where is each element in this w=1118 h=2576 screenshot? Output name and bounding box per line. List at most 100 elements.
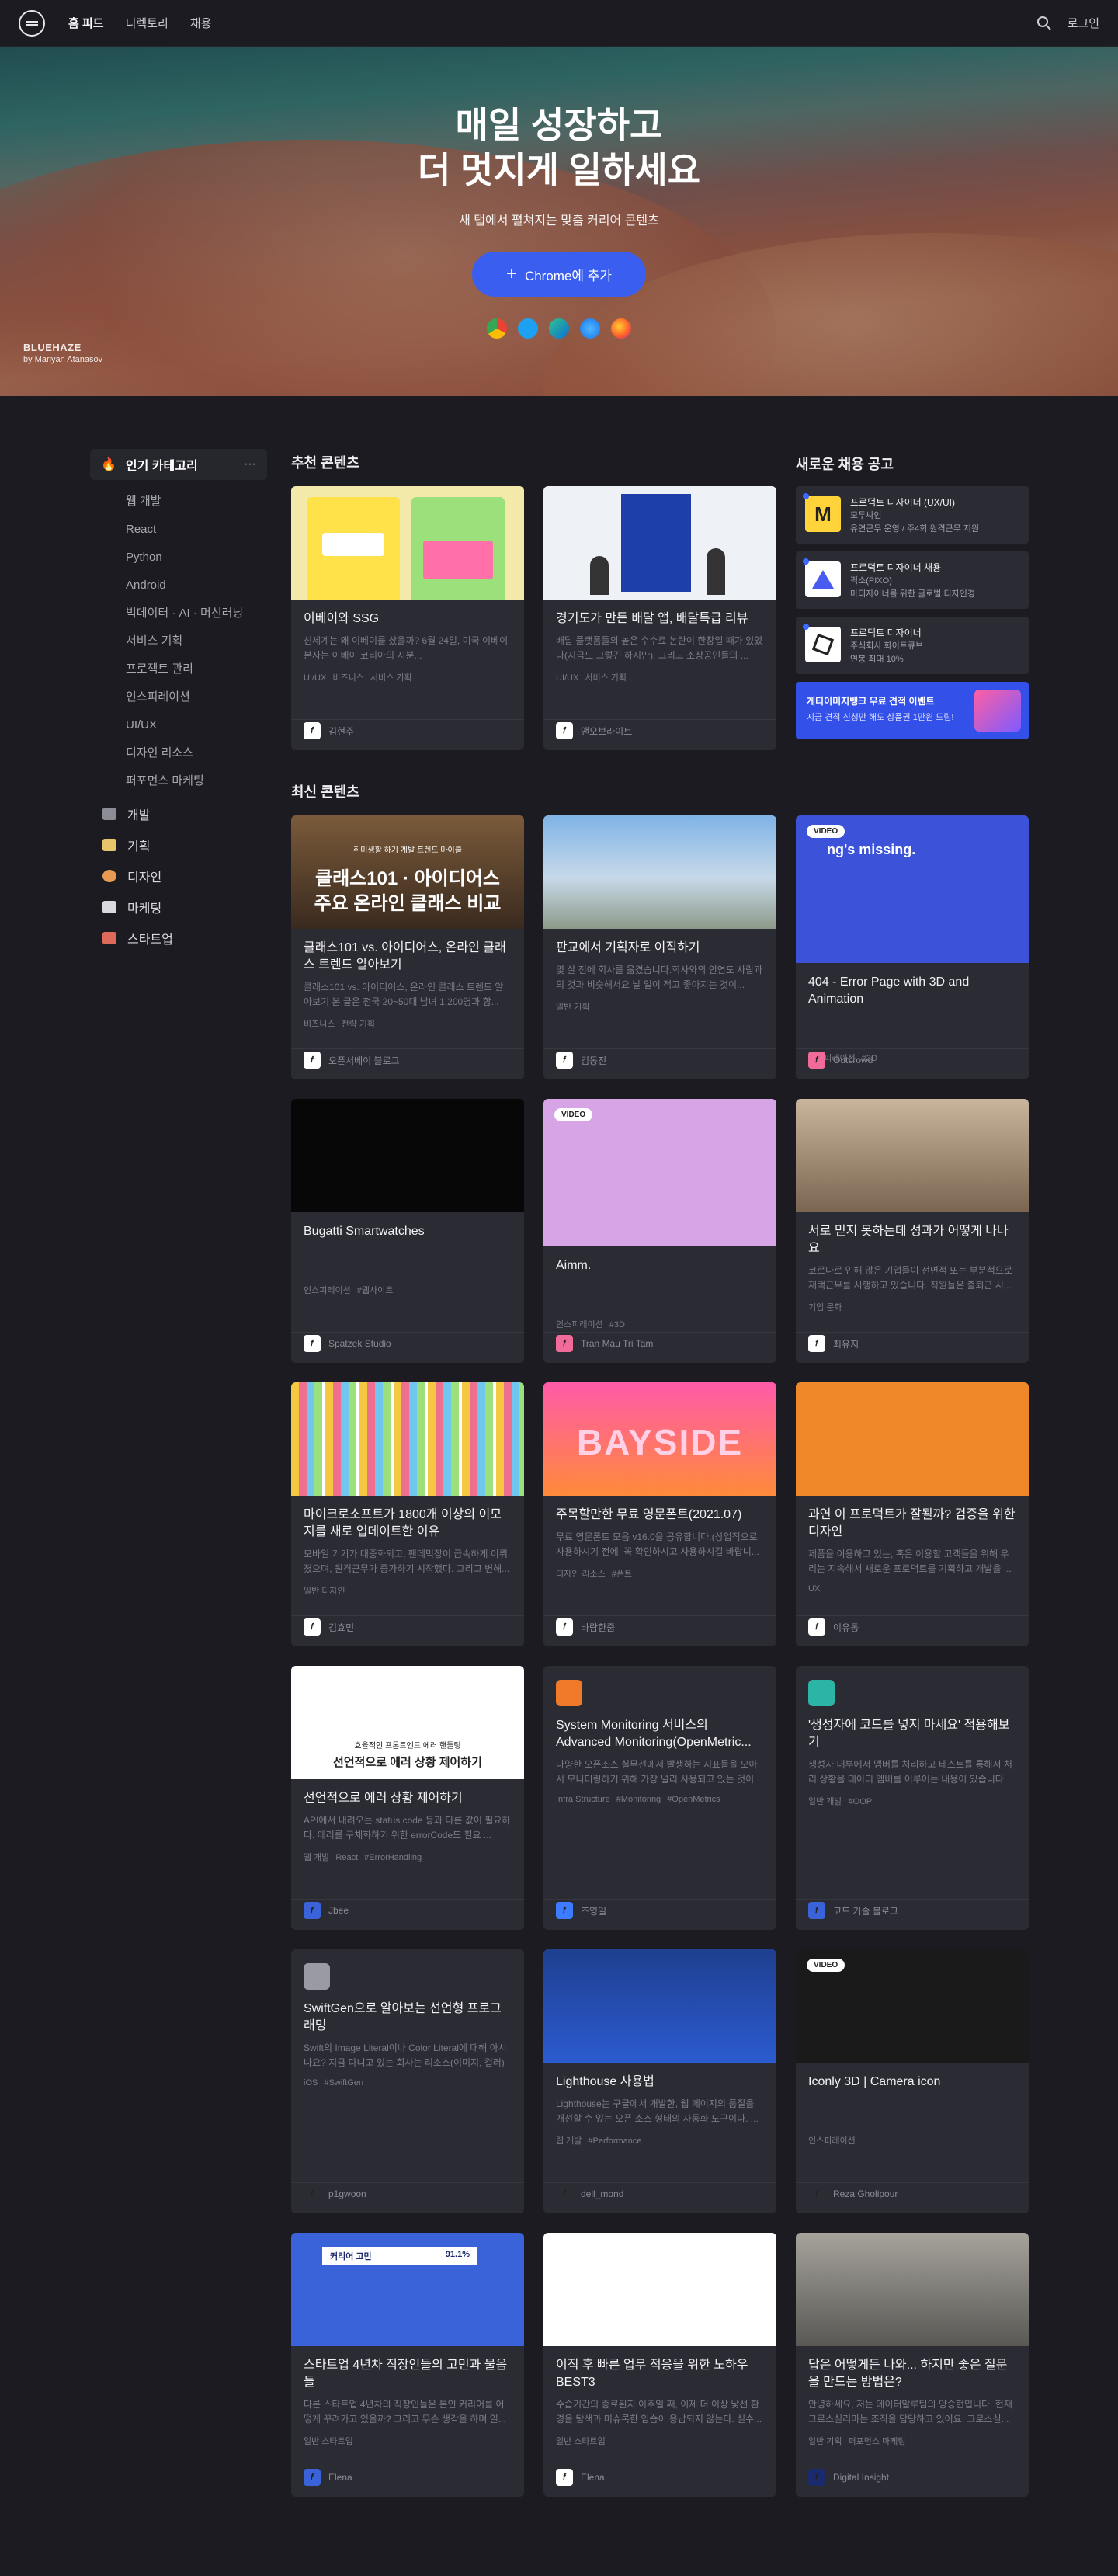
card-thumbnail: VIDEO — [796, 1949, 1029, 2063]
subcat-uiux[interactable]: UI/UX — [126, 711, 267, 739]
banner-illustration — [974, 690, 1021, 732]
subcat-python[interactable]: Python — [126, 544, 267, 572]
content-card[interactable]: 마이크로소프트가 1800개 이상의 이모지를 새로 업데이트한 이유 모바일 … — [291, 1382, 524, 1646]
content-card[interactable]: System Monitoring 서비스의 Advanced Monitori… — [543, 1666, 776, 1930]
popular-categories-header[interactable]: 🔥 인기 카테고리 ··· — [90, 449, 267, 480]
author-avatar: 𝑓 — [556, 1618, 573, 1636]
card-tags: 인스피레이션 — [808, 2136, 856, 2146]
nav-jobs[interactable]: 채용 — [190, 15, 212, 31]
content-card[interactable]: Lighthouse 사용법 Lighthouse는 구글에서 개발한, 웹 페… — [543, 1949, 776, 2213]
subcat-inspiration[interactable]: 인스피레이션 — [126, 683, 267, 711]
content-card[interactable]: 커리어 고민 91.1% 스타트업 4년차 직장인들의 고민과 물음들 다른 스… — [291, 2233, 524, 2497]
more-icon[interactable]: ··· — [244, 457, 256, 471]
new-dot — [803, 493, 809, 499]
job-item[interactable]: 프로덕트 디자이너 채용 픽소(PIXO) 마디자이너를 위한 글로벌 디자인경 — [796, 551, 1029, 609]
card-tags: 기업 문화 — [808, 1303, 842, 1312]
content-card[interactable]: 취미생활 하기 계발 트렌드 마이클 클래스101 · 아이디어스 주요 온라인 클… — [291, 815, 524, 1079]
subcat-performance-marketing[interactable]: 퍼포먼스 마케팅 — [126, 767, 267, 795]
content-card[interactable]: VIDEO Iconly 3D | Camera icon 인스피레이션 𝑓 Re… — [796, 1949, 1029, 2213]
content-card[interactable]: '생성자에 코드를 넣지 마세요' 적용해보기 생성자 내부에서 멤버를 처리하… — [796, 1666, 1029, 1930]
card-author: 𝑓 p1gwoon — [304, 2185, 366, 2202]
cat-startup[interactable]: 스타트업 — [90, 923, 267, 954]
browser-icons — [0, 318, 1118, 339]
subcat-android[interactable]: Android — [126, 572, 267, 600]
card-thumbnail — [796, 2233, 1029, 2346]
author-avatar: 𝑓 — [556, 1335, 573, 1352]
card-thumbnail — [543, 815, 776, 929]
card-desc: 제품을 이용하고 있는, 혹은 이용할 고객들을 위해 우리는 지속해서 새로운… — [808, 1549, 1012, 1574]
card-title: 경기도가 만든 배달 앱, 배달특급 리뷰 — [556, 612, 748, 625]
logo[interactable] — [19, 9, 45, 37]
add-to-chrome-button[interactable]: + Chrome에 추가 — [471, 252, 647, 297]
thumb-caption: 취미생활 하기 계발 트렌드 마이클 클래스101 · 아이디어스 주요 온라인 클… — [314, 846, 502, 914]
cat-marketing[interactable]: 마케팅 — [90, 892, 267, 923]
login-link[interactable]: 로그인 — [1068, 15, 1099, 31]
nav-directory[interactable]: 디렉토리 — [126, 15, 168, 31]
subcat-service-planning[interactable]: 서비스 기획 — [126, 627, 267, 655]
chrome-icon[interactable] — [487, 318, 507, 339]
ad-banner[interactable]: 게티이미지뱅크 무료 견적 이벤트 지금 견적 신청만 해도 상품권 1만원 드… — [796, 682, 1029, 739]
author-avatar: 𝑓 — [304, 2185, 321, 2202]
card-author: 𝑓 최유지 — [808, 1335, 859, 1352]
nav-right: 로그인 — [1036, 15, 1099, 31]
plus-icon: + — [505, 263, 517, 284]
card-author: 𝑓 Outcrowd — [808, 1052, 873, 1069]
thumb-art-text: BAYSIDE — [576, 1422, 744, 1462]
top-nav: 홈 피드 디렉토리 채용 로그인 — [0, 0, 1118, 47]
subcat-react[interactable]: React — [126, 516, 267, 544]
firefox-icon[interactable] — [611, 318, 631, 339]
content-card[interactable]: 판교에서 기획자로 이직하기 몇 살 전에 회사를 옮겼습니다.회사와의 인연도… — [543, 815, 776, 1079]
content-card[interactable]: SwiftGen으로 알아보는 선언형 프로그래밍 Swift의 Image L… — [291, 1949, 524, 2213]
search-icon[interactable] — [1036, 16, 1052, 31]
card-author: 𝑓 김효민 — [304, 1618, 354, 1636]
subcat-web-dev[interactable]: 웹 개발 — [126, 488, 267, 516]
card-author: 𝑓 김동진 — [556, 1052, 606, 1069]
safari-icon[interactable] — [580, 318, 600, 339]
content-card[interactable]: 효율적인 프론트엔드 에러 핸들링 선언적으로 에러 상황 제어하기 선언적으로 … — [291, 1666, 524, 1930]
recommended-title: 추천 콘텐츠 — [291, 455, 359, 471]
card-desc: 모바일 기기가 대중화되고, 팬데믹장이 급속하게 이뤄졌으며, 원격근무가 증… — [304, 1549, 510, 1574]
nav-home-feed[interactable]: 홈 피드 — [68, 15, 104, 31]
content-card[interactable]: Bugatti Smartwatches 인스피레이션 #웹사이트 𝑓 Spatze… — [291, 1099, 524, 1363]
card-title: 선언적으로 에러 상황 제어하기 — [304, 1792, 463, 1805]
app-icon — [808, 1680, 835, 1706]
subcat-design-resources[interactable]: 디자인 리소스 — [126, 739, 267, 767]
content-card[interactable]: 과연 이 프로덕트가 잘될까? 검증을 위한 디자인 제품을 이용하고 있는, … — [796, 1382, 1029, 1646]
card-title: Aimm. — [556, 1259, 592, 1272]
content-card[interactable]: 이베이와 SSG 신세계는 왜 이베이를 샀을까? 6월 24일, 미국 이베이… — [291, 486, 524, 750]
card-thumbnail: VIDEO — [543, 1099, 776, 1246]
author-avatar: 𝑓 — [304, 1618, 321, 1636]
card-title: 서로 믿지 못하는데 성과가 어떻게 나나요 — [808, 1225, 1009, 1255]
content-card[interactable]: 경기도가 만든 배달 앱, 배달특급 리뷰 배달 플랫폼들의 높은 수수료 논란… — [543, 486, 776, 750]
nav-links: 홈 피드 디렉토리 채용 — [68, 15, 211, 31]
subcat-bigdata-ai[interactable]: 빅데이터 · AI · 머신러닝 — [126, 600, 267, 627]
subcat-project-mgmt[interactable]: 프로젝트 관리 — [126, 655, 267, 683]
content-card[interactable]: 서로 믿지 못하는데 성과가 어떻게 나나요 코로나로 인해 많은 기업들이 전… — [796, 1099, 1029, 1363]
cat-planning[interactable]: 기획 — [90, 829, 267, 860]
content-card[interactable]: VIDEO ng's missing. 404 - Error Page with… — [796, 815, 1029, 1079]
card-author: 𝑓 오픈서베이 블로그 — [304, 1052, 400, 1069]
author-avatar: 𝑓 — [304, 1902, 321, 1919]
company-logo — [805, 561, 841, 597]
twitter-icon[interactable] — [518, 318, 538, 339]
card-thumbnail — [796, 1382, 1029, 1496]
card-title: 이베이와 SSG — [304, 612, 380, 625]
content-card[interactable]: BAYSIDE 주목할만한 무료 영문폰트(2021.07) 무료 영문폰트 모… — [543, 1382, 776, 1646]
edge-icon[interactable] — [549, 318, 569, 339]
cat-design[interactable]: 디자인 — [90, 860, 267, 892]
cat-dev[interactable]: 개발 — [90, 798, 267, 829]
card-desc: 생성자 내부에서 멤버를 처리하고 테스트를 통해서 처리 상황을 데이터 멤버… — [808, 1759, 1012, 1785]
card-tags: 일반 개발 #OOP — [808, 1797, 873, 1806]
content-card[interactable]: 이직 후 빠른 업무 적응을 위한 노하우 BEST3 수습기간의 종료된지 이… — [543, 2233, 776, 2497]
new-dot — [803, 624, 809, 630]
card-desc — [808, 1014, 1016, 1044]
content-card[interactable]: 답은 어떻게든 나와... 하지만 좋은 질문을 만드는 방법은? 안녕하세요,… — [796, 2233, 1029, 2497]
card-author: 𝑓 김현주 — [304, 722, 354, 739]
card-tags: Infra Structure #Monitoring #OpenMetrics — [556, 1795, 720, 1804]
content-card[interactable]: VIDEO Aimm. 인스피레이션 #3D 𝑓 Tran Mau Tri Tam — [543, 1099, 776, 1363]
fire-icon: 🔥 — [101, 458, 116, 471]
job-item[interactable]: M 프로덕트 디자이너 (UX/UI) 모두싸인 유연근무 운영 / 주4회 원격근… — [796, 486, 1029, 544]
app-icon — [556, 1680, 582, 1706]
hero-subtitle: 새 탭에서 펼쳐지는 맞춤 커리어 콘텐츠 — [459, 214, 659, 228]
job-item[interactable]: 프로덕트 디자이너 주식회사 화이트큐브 연봉 최대 10% — [796, 617, 1029, 674]
